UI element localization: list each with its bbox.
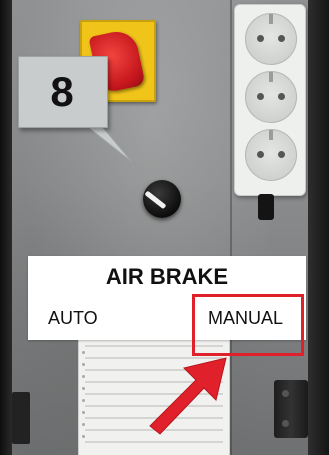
hinge-screw <box>282 420 289 427</box>
door-hinge <box>274 380 308 438</box>
mounting-bracket <box>12 392 30 444</box>
hinge-screw <box>282 390 289 397</box>
photo-scene: 8 AIR BRAKE AUTO MANUAL <box>0 0 329 455</box>
